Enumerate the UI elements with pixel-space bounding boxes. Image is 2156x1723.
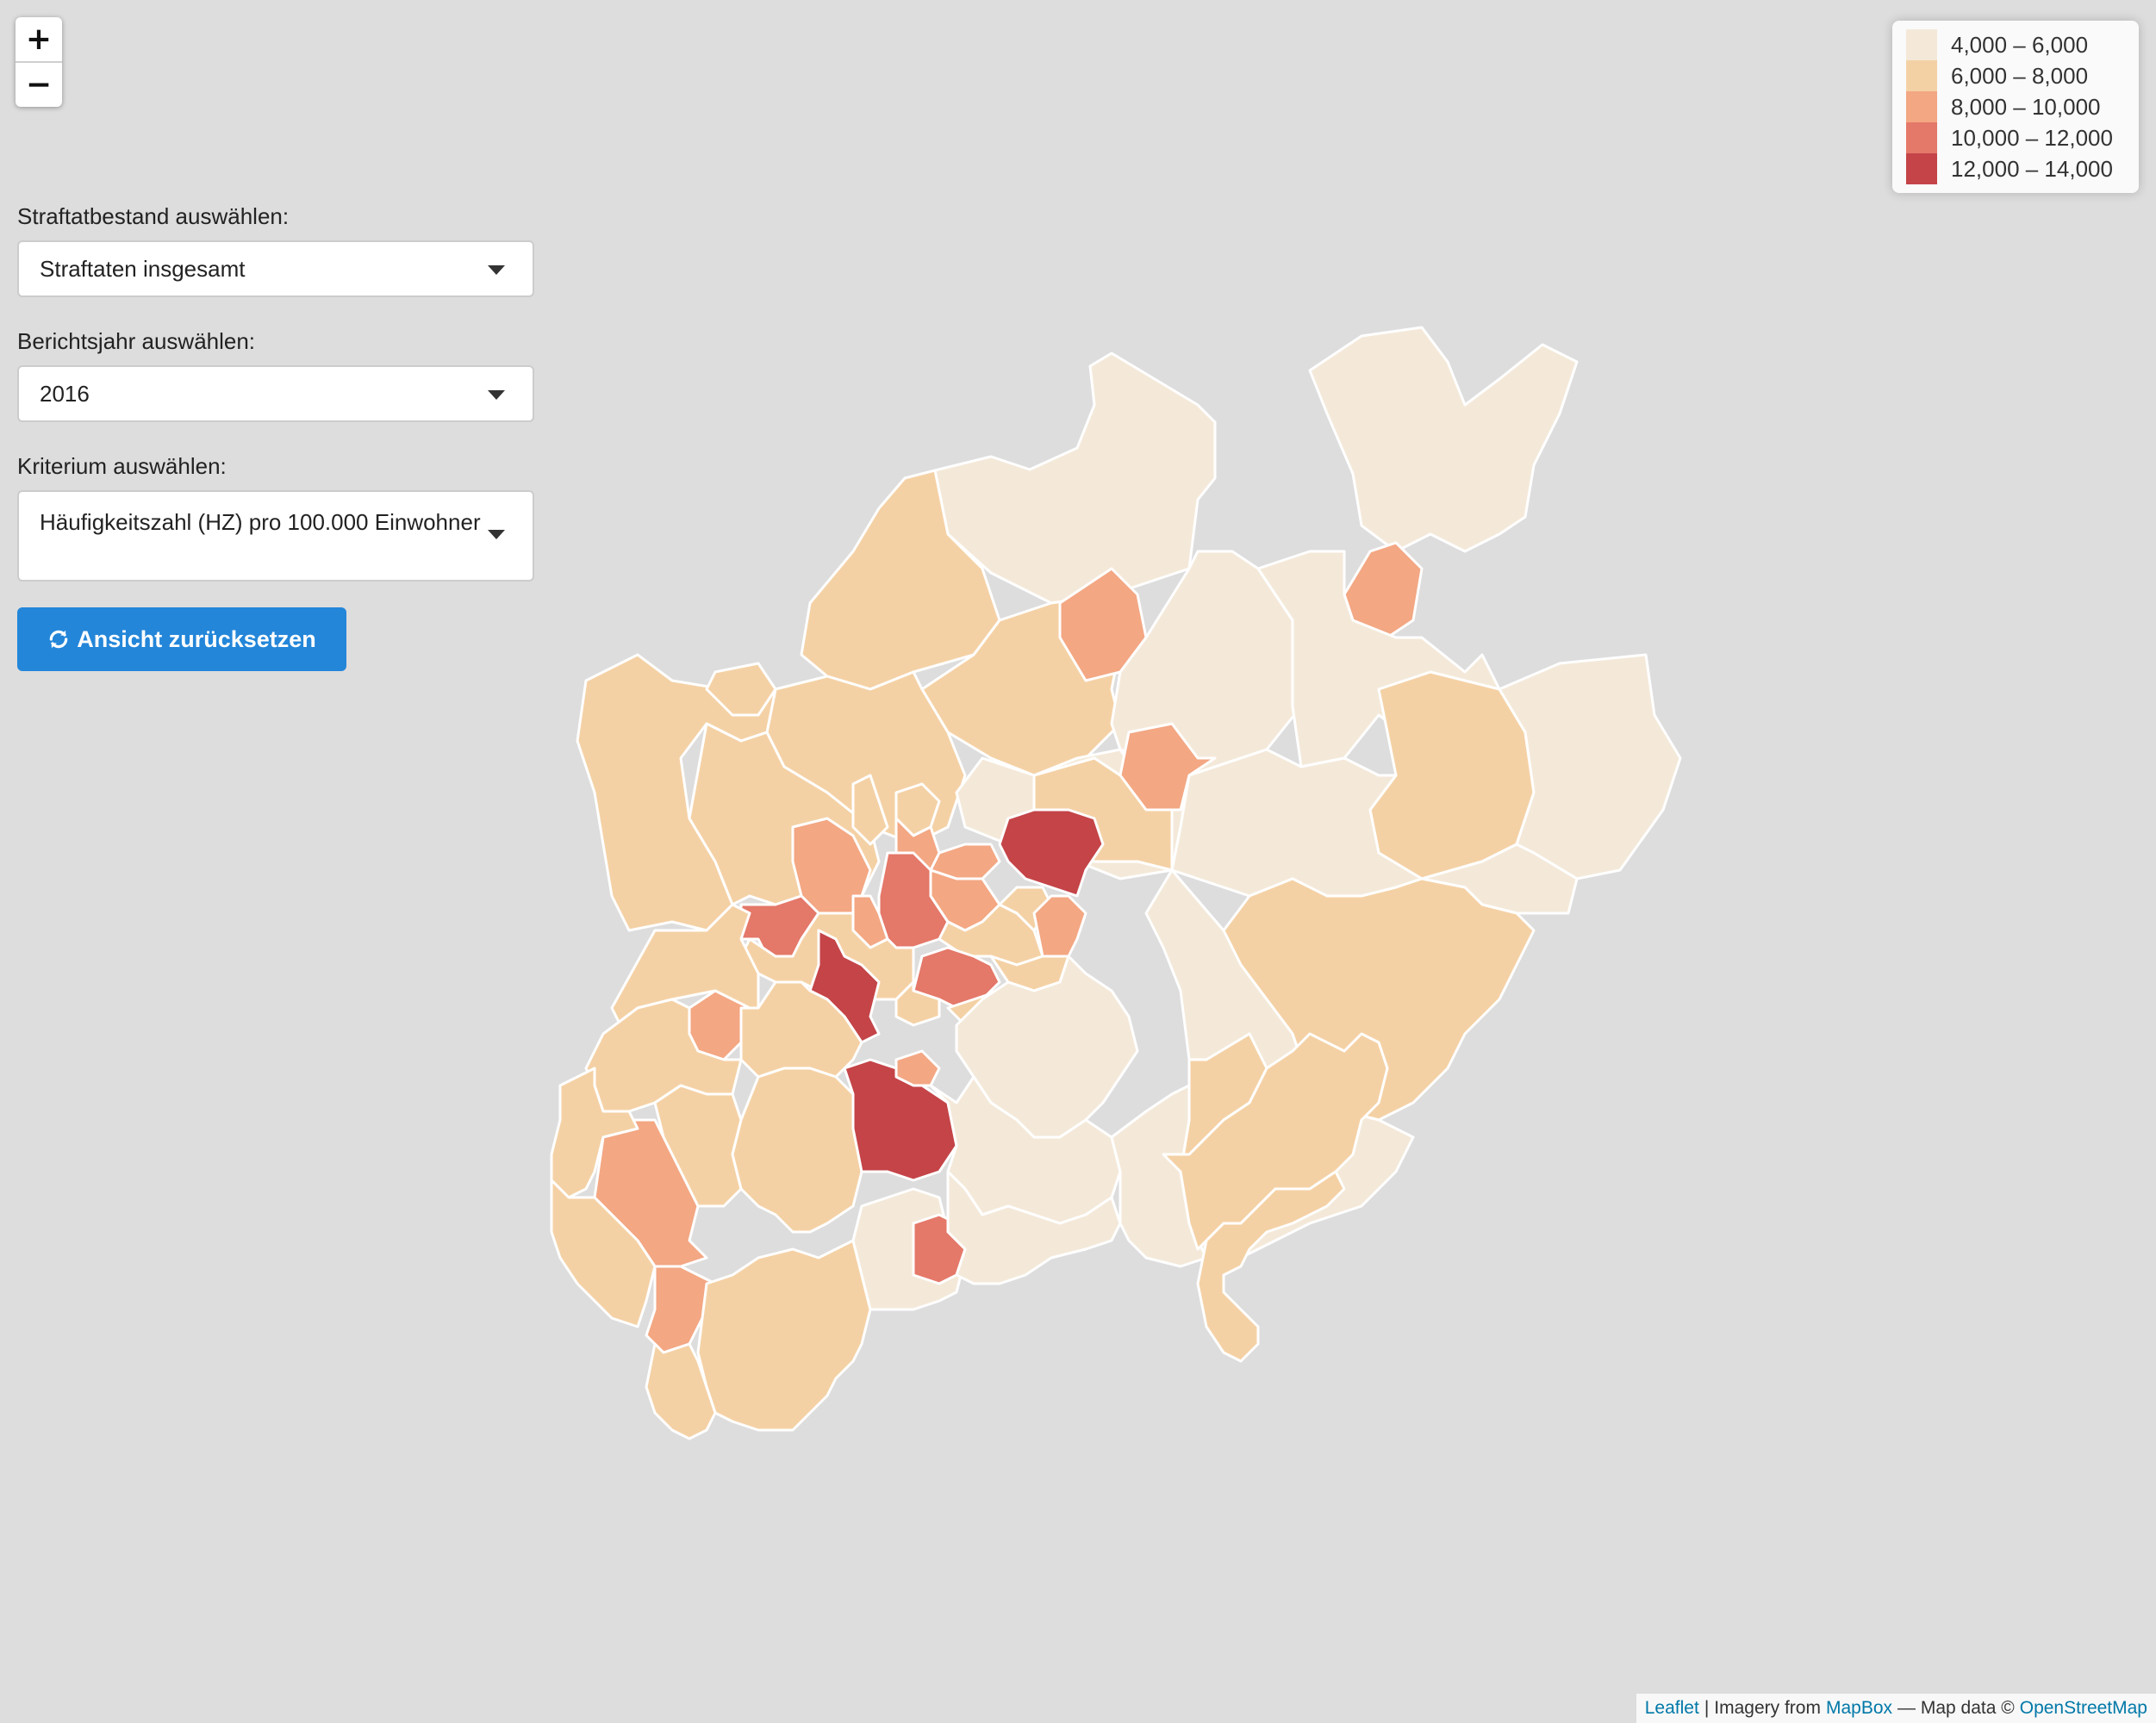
- offense-select-value: Straftaten insgesamt: [40, 255, 246, 282]
- zoom-out-button[interactable]: −: [16, 61, 62, 107]
- year-select-label: Berichtsjahr auswählen:: [17, 328, 256, 354]
- map-attribution: Leaflet | Imagery from MapBox — Map data…: [1636, 1694, 2156, 1723]
- zoom-control: + −: [16, 17, 62, 107]
- legend-item: 4,000 – 6,000: [1906, 29, 2125, 60]
- mapbox-link[interactable]: MapBox: [1826, 1698, 1892, 1719]
- legend-swatch: [1906, 153, 1937, 184]
- legend-label: 8,000 – 10,000: [1951, 93, 2101, 120]
- legend-swatch: [1906, 60, 1937, 91]
- leaflet-link[interactable]: Leaflet: [1645, 1698, 1699, 1719]
- openstreetmap-link[interactable]: OpenStreetMap: [2020, 1698, 2147, 1719]
- district-region[interactable]: [1032, 894, 1087, 958]
- legend-swatch: [1906, 29, 1937, 60]
- offense-select-label: Straftatbestand auswählen:: [17, 203, 290, 229]
- chevron-down-icon: [488, 265, 505, 275]
- criterion-select[interactable]: Häufigkeitszahl (HZ) pro 100.000 Einwohn…: [17, 490, 534, 582]
- attribution-separator: |: [1704, 1698, 1710, 1718]
- reset-view-label: Ansicht zurücksetzen: [77, 625, 316, 652]
- legend-label: 6,000 – 8,000: [1951, 62, 2089, 89]
- chevron-down-icon: [488, 390, 505, 400]
- district-region[interactable]: [998, 808, 1105, 898]
- legend-item: 8,000 – 10,000: [1906, 91, 2125, 122]
- attribution-mapdata-text: — Map data ©: [1897, 1698, 2015, 1718]
- district-region[interactable]: [696, 1239, 872, 1432]
- attribution-imagery-text: Imagery from: [1714, 1698, 1821, 1718]
- legend-swatch: [1906, 122, 1937, 153]
- legend-item: 6,000 – 8,000: [1906, 60, 2125, 91]
- legend-label: 12,000 – 14,000: [1951, 155, 2113, 182]
- refresh-icon: [49, 630, 68, 649]
- criterion-select-label: Kriterium auswählen:: [17, 453, 227, 479]
- legend-label: 4,000 – 6,000: [1951, 31, 2089, 58]
- district-region[interactable]: [731, 1067, 863, 1234]
- legend-label: 10,000 – 12,000: [1951, 124, 2113, 151]
- offense-select[interactable]: Straftaten insgesamt: [17, 240, 534, 297]
- legend-item: 10,000 – 12,000: [1906, 122, 2125, 153]
- reset-view-button[interactable]: Ansicht zurücksetzen: [17, 607, 346, 671]
- map-legend: 4,000 – 6,000 6,000 – 8,000 8,000 – 10,0…: [1892, 21, 2139, 193]
- criterion-select-value: Häufigkeitszahl (HZ) pro 100.000 Einwohn…: [40, 509, 481, 535]
- district-region[interactable]: [894, 1049, 941, 1087]
- legend-swatch: [1906, 91, 1937, 122]
- legend-item: 12,000 – 14,000: [1906, 153, 2125, 184]
- year-select-value: 2016: [40, 380, 90, 407]
- year-select[interactable]: 2016: [17, 365, 534, 422]
- chevron-down-icon: [488, 530, 505, 539]
- zoom-in-button[interactable]: +: [16, 17, 62, 61]
- filter-panel: Straftatbestand auswählen: Straftaten in…: [17, 203, 534, 671]
- district-region[interactable]: [1308, 326, 1579, 553]
